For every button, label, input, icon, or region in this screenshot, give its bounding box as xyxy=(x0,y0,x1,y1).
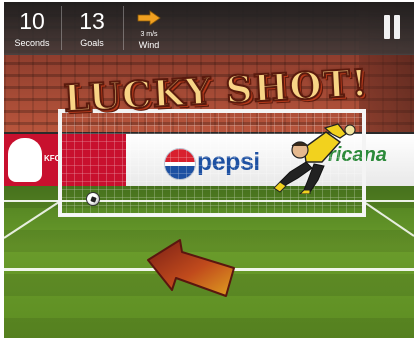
wind-speed: 3 m/s xyxy=(140,31,158,38)
seconds-label: Seconds xyxy=(14,38,50,48)
arrow-right-icon xyxy=(137,10,161,26)
wind-indicator: 3 m/s Wind xyxy=(124,2,174,54)
pause-icon[interactable] xyxy=(382,15,402,39)
goals-value: 13 xyxy=(79,8,105,34)
football-icon[interactable] xyxy=(86,192,100,206)
goals-label: Goals xyxy=(80,38,104,48)
hud-bar: 10 Seconds 13 Goals 3 m/s Wind xyxy=(4,2,414,55)
goalkeeper-figure xyxy=(273,123,356,194)
game-frame: KFC pepsi ricana xyxy=(4,2,414,338)
seconds-value: 10 xyxy=(19,8,45,34)
aim-arrow-icon[interactable] xyxy=(146,234,246,304)
kfc-logo xyxy=(8,138,42,182)
goals-counter: 13 Goals xyxy=(62,2,122,54)
wind-label: Wind xyxy=(138,40,160,50)
pause-bar xyxy=(394,15,400,39)
seconds-counter: 10 Seconds xyxy=(4,2,60,54)
pause-bar xyxy=(384,15,390,39)
